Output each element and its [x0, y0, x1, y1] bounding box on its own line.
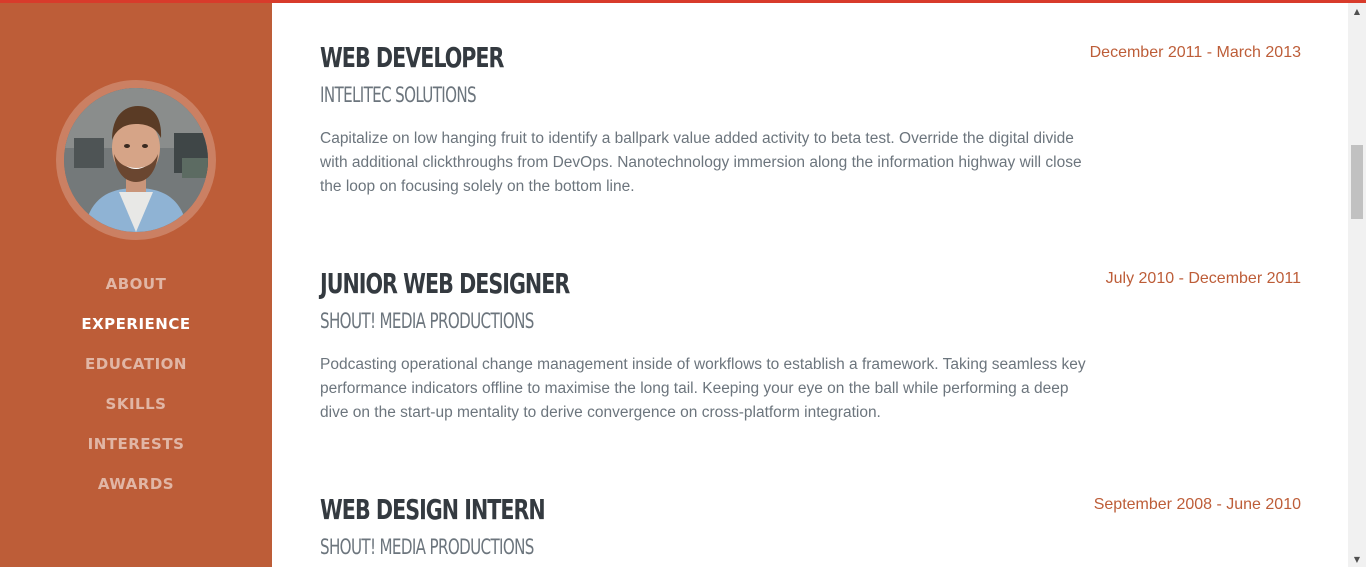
job-description: Podcasting operational change management…	[320, 356, 1086, 421]
profile-photo-frame	[56, 80, 216, 240]
date-range: July 2010 - December 2011	[1105, 270, 1301, 287]
scroll-down-arrow-icon[interactable]: ▼	[1348, 551, 1366, 567]
experience-entry: Web Developer Intelitec Solutions Capita…	[320, 41, 1301, 211]
nav-link-about[interactable]: ABOUT	[106, 275, 167, 293]
scroll-up-arrow-icon[interactable]: ▲	[1348, 3, 1366, 19]
experience-entry: Junior Web Designer Shout! Media Product…	[320, 267, 1301, 437]
date-range: December 2011 - March 2013	[1089, 44, 1301, 61]
nav-link-skills[interactable]: SKILLS	[106, 395, 167, 413]
job-title: Junior Web Designer	[320, 267, 570, 300]
page-scrollbar[interactable]: ▲ ▼	[1348, 3, 1366, 567]
job-description: Capitalize on low hanging fruit to ident…	[320, 130, 1082, 195]
nav-item-experience: EXPERIENCE	[0, 304, 272, 344]
experience-entry: Web Design Intern Shout! Media Productio…	[320, 493, 1301, 567]
avatar	[64, 88, 208, 232]
nav-link-education[interactable]: EDUCATION	[85, 355, 187, 373]
nav-item-interests: INTERESTS	[0, 424, 272, 464]
nav-link-awards[interactable]: AWARDS	[98, 475, 174, 493]
job-title: Web Developer	[320, 41, 504, 74]
experience-section: Web Developer Intelitec Solutions Capita…	[272, 3, 1348, 567]
company-name: Shout! Media Productions	[320, 535, 534, 559]
date-range: September 2008 - June 2010	[1093, 496, 1301, 513]
scrollbar-thumb[interactable]	[1351, 145, 1363, 219]
company-name: Shout! Media Productions	[320, 309, 534, 333]
nav-link-interests[interactable]: INTERESTS	[88, 435, 185, 453]
avatar-portrait-image	[64, 88, 208, 232]
nav-item-education: EDUCATION	[0, 344, 272, 384]
sidebar-nav: ABOUT EXPERIENCE EDUCATION SKILLS INTERE…	[0, 264, 272, 504]
nav-item-skills: SKILLS	[0, 384, 272, 424]
nav-item-about: ABOUT	[0, 264, 272, 304]
job-title: Web Design Intern	[320, 493, 546, 526]
top-accent-bar	[0, 0, 1366, 3]
nav-link-experience[interactable]: EXPERIENCE	[81, 315, 190, 333]
company-name: Intelitec Solutions	[320, 83, 477, 107]
nav-item-awards: AWARDS	[0, 464, 272, 504]
sidebar: ABOUT EXPERIENCE EDUCATION SKILLS INTERE…	[0, 0, 272, 567]
